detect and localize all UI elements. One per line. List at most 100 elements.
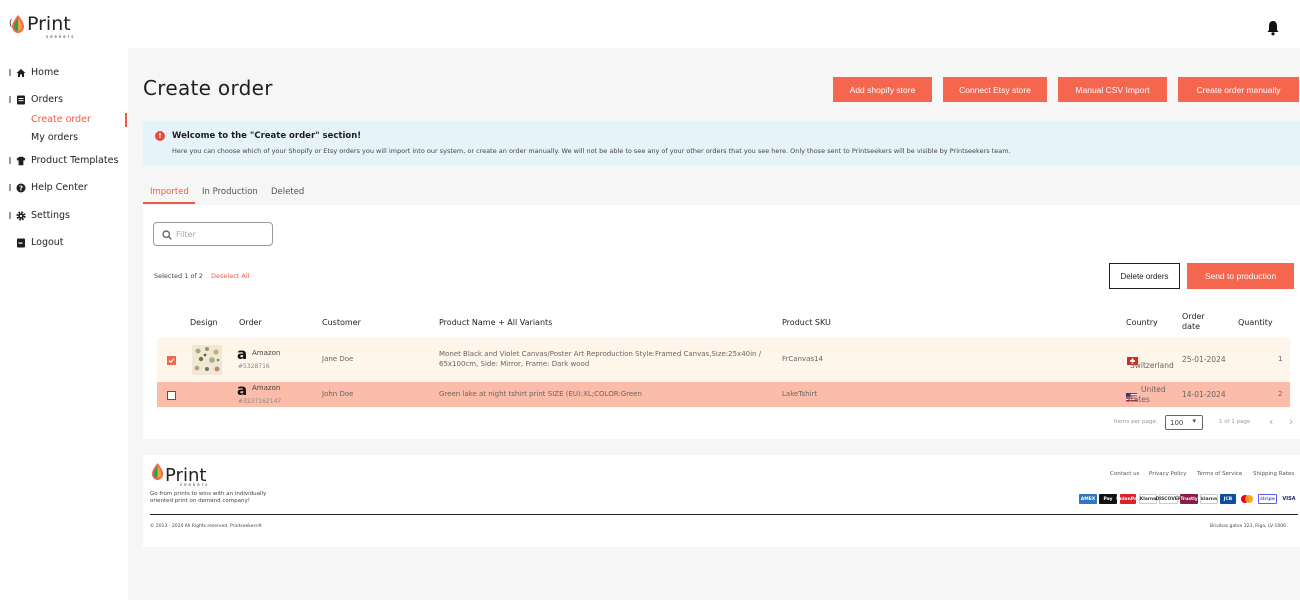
apple-pay-icon: Pay [1099, 494, 1117, 504]
tab-bar: Imported In Production Deleted [143, 181, 1300, 205]
tab-in-production[interactable]: In Production [202, 187, 258, 197]
united-states-flag-icon [1126, 386, 1137, 401]
product-sku: LakeTshirt [782, 390, 818, 398]
sidebar-item-help-center[interactable]: ? Help Center [16, 182, 88, 193]
tshirt-icon [16, 156, 26, 166]
stripe-icon: stripe [1258, 494, 1277, 504]
chevron-right-icon[interactable]: › [1289, 415, 1293, 428]
bell-icon[interactable] [1266, 20, 1280, 36]
sidebar-item-logout[interactable]: Logout [16, 237, 64, 248]
logo-subtitle: seekers [46, 34, 76, 39]
order-date: 14-01-2024 [1182, 390, 1226, 399]
notice-body: Here you can choose which of your Shopif… [172, 147, 1011, 155]
footer-link-contact[interactable]: Contact us [1110, 471, 1140, 477]
sidebar-item-orders[interactable]: Orders [16, 94, 63, 105]
nav-tick [9, 212, 11, 219]
klarna-icon: Klarna [1139, 494, 1157, 504]
product-name: Monet Black and Violet Canvas/Poster Art… [439, 350, 762, 358]
active-tab-underline [143, 202, 195, 204]
quantity: 1 [1278, 355, 1283, 363]
sidebar-item-label: Help Center [31, 182, 88, 193]
sidebar-item-label: Settings [31, 210, 70, 221]
items-per-page-label: Items per page: [1114, 419, 1158, 425]
manual-csv-import-button[interactable]: Manual CSV Import [1058, 77, 1167, 102]
trustly-icon: Trustly [1180, 494, 1198, 504]
connect-etsy-store-button[interactable]: Connect Etsy store [943, 77, 1047, 102]
order-store: Amazon [252, 384, 281, 392]
discover-icon: DISCOVER [1156, 494, 1181, 504]
footer-tagline: Go from prints to wins with an individua… [150, 491, 267, 504]
logo[interactable]: Print [10, 14, 71, 34]
footer-link-shipping[interactable]: Shipping Rates [1253, 471, 1294, 477]
country-name: Switzerland [1130, 361, 1174, 370]
column-header-quantity: Quantity [1238, 318, 1273, 327]
tab-imported[interactable]: Imported [150, 187, 189, 197]
country-name-line2: States [1126, 395, 1150, 404]
column-header-order-date: Order date [1182, 312, 1205, 331]
send-to-production-button[interactable]: Send to production [1187, 263, 1294, 289]
tab-deleted[interactable]: Deleted [271, 187, 304, 197]
active-indicator [125, 113, 127, 127]
nav-tick [9, 157, 11, 164]
column-header-design: Design [190, 318, 218, 327]
footer-copyright: © 2013 - 2024 All Rights reserved. Print… [150, 524, 263, 529]
chevron-left-icon[interactable]: ‹ [1269, 415, 1273, 428]
column-header-sku: Product SKU [782, 318, 831, 327]
jcb-icon: JCB [1220, 494, 1236, 504]
svg-text:?: ? [19, 184, 23, 192]
home-icon [16, 68, 26, 78]
order-number: #5328716 [238, 363, 270, 370]
page-info: 1 of 1 page [1219, 419, 1251, 425]
sidebar-subitem-create-order[interactable]: Create order [31, 114, 91, 125]
sidebar-item-label: Orders [31, 94, 63, 105]
add-shopify-store-button[interactable]: Add shopify store [833, 77, 932, 102]
footer-divider [150, 514, 1298, 515]
logo-drop-icon [10, 14, 26, 34]
nav-tick [9, 184, 11, 191]
exclamation-icon: ! [155, 131, 165, 141]
amex-icon: AMEX [1079, 494, 1097, 504]
help-icon: ? [16, 183, 26, 193]
caret-down-icon: ▾ [1192, 417, 1196, 425]
column-header-order: Order [239, 318, 262, 327]
column-header-product: Product Name + All Variants [439, 318, 553, 327]
sidebar-subitem-my-orders[interactable]: My orders [31, 132, 78, 143]
gear-icon [16, 210, 26, 221]
customer-name: John Doe [322, 390, 354, 398]
sidebar-item-label: Product Templates [31, 155, 119, 166]
sidebar-item-settings[interactable]: Settings [16, 210, 70, 221]
notice-title: Welcome to the "Create order" section! [172, 131, 362, 141]
filter-box[interactable] [153, 222, 273, 246]
klarna-badge-icon: klarna [1200, 494, 1218, 504]
sidebar-item-home[interactable]: Home [16, 67, 59, 78]
column-header-customer: Customer [322, 318, 361, 327]
amazon-icon: a [237, 345, 248, 363]
create-order-manually-button[interactable]: Create order manually [1178, 77, 1299, 102]
switzerland-flag-icon [1127, 350, 1138, 365]
product-sku: FrCanvas14 [782, 355, 823, 363]
sidebar-item-label: Logout [31, 237, 64, 248]
product-name: Green lake at night tshirt print SIZE (E… [439, 390, 642, 398]
amazon-icon: a [237, 381, 248, 399]
orders-icon [16, 95, 26, 105]
sidebar-item-label: Home [31, 67, 60, 78]
visa-icon: VISA [1280, 494, 1298, 504]
delete-orders-button[interactable]: Delete orders [1109, 263, 1180, 289]
footer-link-privacy[interactable]: Privacy Policy [1149, 471, 1186, 477]
logo-word: Print [27, 13, 71, 35]
sidebar-item-product-templates[interactable]: Product Templates [16, 155, 118, 166]
deselect-all-link[interactable]: Deselect All [211, 272, 249, 280]
country-name: United [1141, 385, 1166, 394]
quantity: 2 [1278, 390, 1283, 398]
top-bar: ( Print seekers [0, 0, 1300, 48]
row-checkbox[interactable] [167, 356, 176, 365]
design-thumbnail[interactable] [192, 345, 222, 375]
mastercard-icon: MC [1239, 494, 1255, 504]
sidebar [0, 48, 128, 600]
filter-input[interactable] [176, 229, 266, 239]
customer-name: Jane Doe [322, 355, 354, 363]
page-title: Create order [143, 76, 273, 100]
footer-link-terms[interactable]: Terms of Service [1197, 471, 1242, 477]
row-checkbox[interactable] [167, 391, 176, 400]
items-per-page-select[interactable]: 100 ▾ [1165, 415, 1203, 430]
